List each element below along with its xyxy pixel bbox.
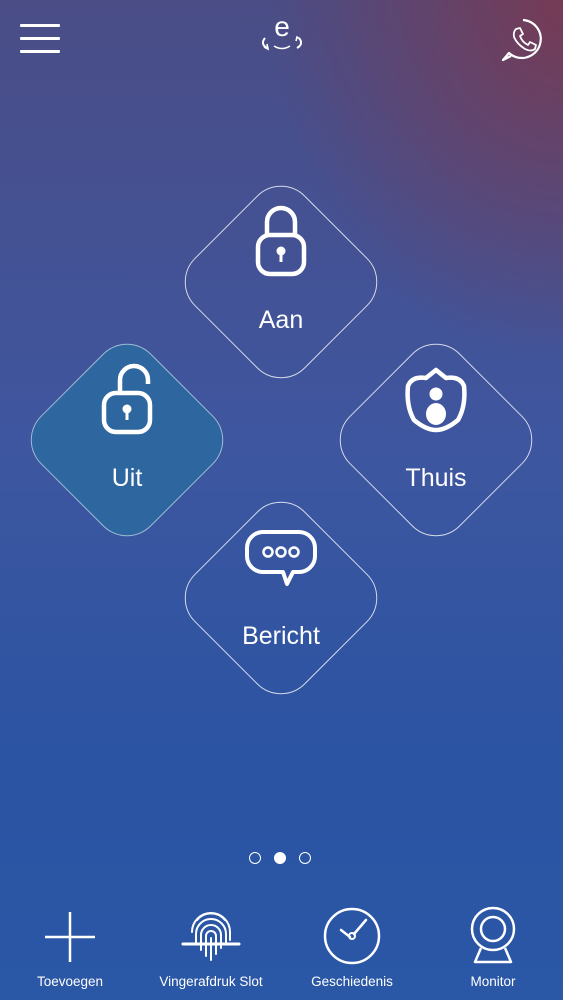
fingerprint-icon xyxy=(181,912,241,961)
lock-closed-icon xyxy=(255,205,307,277)
top-bar: e xyxy=(0,0,563,80)
nav-label: Toevoegen xyxy=(36,974,104,989)
hamburger-menu-icon[interactable] xyxy=(20,22,60,54)
clock-icon xyxy=(323,907,381,965)
plus-icon xyxy=(45,912,95,962)
page-dot-3[interactable] xyxy=(299,852,311,864)
phone-chat-icon[interactable] xyxy=(499,16,547,64)
lock-open-icon xyxy=(101,363,153,435)
page-indicator xyxy=(249,852,315,868)
page-dot-1[interactable] xyxy=(249,852,261,864)
bottom-nav: Toevoegen Vingerafdruk Slot Geschiedenis xyxy=(0,900,563,1000)
nav-toevoegen[interactable]: Toevoegen xyxy=(0,900,140,1000)
nav-label: Geschiedenis xyxy=(311,974,393,989)
logo-arrows-icon xyxy=(261,35,303,51)
mode-label: Bericht xyxy=(242,622,320,650)
mode-tile-bericht[interactable]: Bericht xyxy=(170,487,392,709)
nav-monitor[interactable]: Monitor xyxy=(423,900,563,1000)
nav-label: Vingerafdruk Slot xyxy=(159,974,263,989)
message-bubble-icon xyxy=(245,530,317,586)
webcam-icon xyxy=(470,906,516,964)
page-dot-2[interactable] xyxy=(274,852,286,864)
nav-geschiedenis[interactable]: Geschiedenis xyxy=(282,900,422,1000)
nav-label: Monitor xyxy=(470,974,516,989)
home-person-icon xyxy=(405,367,467,433)
app-logo: e xyxy=(256,12,308,54)
nav-vingerafdruk-slot[interactable]: Vingerafdruk Slot xyxy=(141,900,281,1000)
